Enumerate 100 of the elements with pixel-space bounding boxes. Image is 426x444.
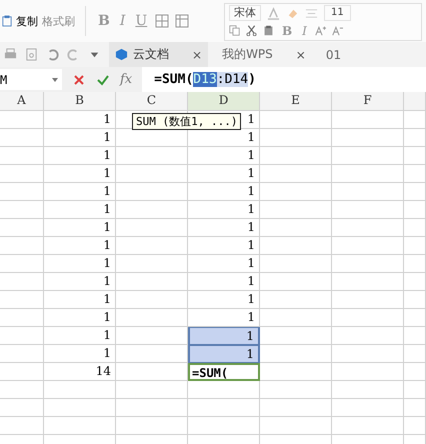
table-cell — [404, 291, 426, 309]
document-tab[interactable]: 云文档 × — [109, 42, 208, 67]
table-cell: 1 — [44, 345, 116, 363]
table-cell — [116, 147, 188, 165]
table-cell — [332, 309, 404, 327]
font-grow-icon[interactable] — [314, 25, 326, 36]
table-cell: 1 — [44, 165, 116, 183]
table-cell — [260, 129, 332, 147]
table-cell — [332, 417, 404, 435]
table-cell: 1 — [188, 183, 260, 201]
cancel-icon[interactable] — [72, 72, 86, 86]
table-cell — [260, 219, 332, 237]
table-cell: 1 — [44, 129, 116, 147]
table-cell — [0, 129, 44, 147]
table-cell: 1 — [188, 165, 260, 183]
table-cell — [260, 309, 332, 327]
caret-icon[interactable] — [51, 76, 59, 84]
table-cell — [0, 201, 44, 219]
column-header[interactable]: A — [0, 92, 44, 111]
table-cell — [0, 327, 44, 345]
column-header[interactable]: F — [332, 92, 404, 111]
border-grid-icon[interactable] — [155, 14, 170, 28]
table-cell — [0, 291, 44, 309]
table-cell — [260, 201, 332, 219]
table-cell — [0, 255, 44, 273]
close-icon[interactable]: × — [296, 48, 306, 62]
function-button[interactable]: fx — [120, 72, 132, 87]
table-cell: 1 — [44, 327, 116, 345]
table-cell: 1 — [44, 255, 116, 273]
table-cell — [404, 165, 426, 183]
table-cell — [44, 381, 116, 399]
table-cell — [0, 183, 44, 201]
table-cell — [0, 345, 44, 363]
redo-icon[interactable] — [67, 48, 80, 61]
table-cell — [404, 147, 426, 165]
clipboard-icon[interactable] — [2, 15, 12, 27]
table-cell — [260, 291, 332, 309]
table-cell — [116, 237, 188, 255]
table-cell — [44, 399, 116, 417]
table-cell — [260, 147, 332, 165]
table-cell: 1 — [44, 111, 116, 129]
table-cell — [332, 363, 404, 381]
font-size-field[interactable]: 11 — [324, 5, 351, 22]
preview-icon[interactable] — [25, 48, 38, 61]
document-tab[interactable]: 我的WPS × — [216, 42, 312, 67]
font-color-icon[interactable] — [267, 6, 280, 20]
table-cell — [404, 399, 426, 417]
table-cell — [188, 399, 260, 417]
table-cell — [332, 327, 404, 345]
table-cell — [260, 381, 332, 399]
table-cell: 1 — [188, 255, 260, 273]
formula-field[interactable]: =SUM(D13:D14) — [142, 67, 426, 92]
column-header[interactable]: B — [44, 92, 116, 111]
table-cell — [116, 399, 188, 417]
table-cell — [404, 183, 426, 201]
table-cell: 1 — [44, 237, 116, 255]
table-cell — [0, 309, 44, 327]
table-cell — [332, 129, 404, 147]
table-cell: 1 — [188, 273, 260, 291]
table-cell — [116, 219, 188, 237]
cell-input[interactable]: =SUM( — [188, 363, 260, 381]
table-cell — [404, 309, 426, 327]
table-cell — [0, 399, 44, 417]
tooltip: SUM (数值1, ...) — [132, 113, 242, 130]
table-cell: 1 — [188, 345, 260, 363]
document-tab[interactable]: 01 — [320, 42, 348, 67]
column-header[interactable] — [404, 92, 426, 111]
scissors-icon[interactable] — [246, 25, 257, 36]
table-cell — [404, 129, 426, 147]
tab-label: 云文档 — [133, 46, 169, 63]
table-cell: 1 — [188, 219, 260, 237]
print-icon[interactable] — [4, 48, 17, 61]
table-cell — [332, 219, 404, 237]
table-cell — [260, 255, 332, 273]
table-cell — [260, 363, 332, 381]
table-cell — [332, 165, 404, 183]
table-cell: 1 — [188, 291, 260, 309]
table-cell: 1 — [44, 147, 116, 165]
align-icon[interactable] — [305, 6, 318, 20]
column-header[interactable]: D — [188, 92, 260, 111]
clipboard-icon[interactable] — [263, 25, 274, 36]
copy-icon[interactable] — [229, 25, 240, 36]
column-header[interactable]: E — [260, 92, 332, 111]
check-icon[interactable] — [96, 72, 110, 86]
table-cell: 1 — [188, 201, 260, 219]
table-cell — [404, 327, 426, 345]
table-cell — [332, 291, 404, 309]
table-cell — [116, 201, 188, 219]
undo-icon[interactable] — [46, 48, 59, 61]
cell-format-icon[interactable] — [175, 14, 190, 28]
table-cell — [404, 201, 426, 219]
table-cell — [260, 111, 332, 129]
close-icon[interactable]: × — [192, 48, 202, 62]
name-box[interactable]: M — [0, 69, 62, 90]
font-shrink-icon[interactable] — [332, 25, 343, 36]
table-cell — [332, 237, 404, 255]
copy-button[interactable]: 复制 — [16, 14, 38, 28]
table-cell — [0, 237, 44, 255]
table-cell — [332, 147, 404, 165]
font-field[interactable]: 宋体 — [229, 5, 261, 22]
